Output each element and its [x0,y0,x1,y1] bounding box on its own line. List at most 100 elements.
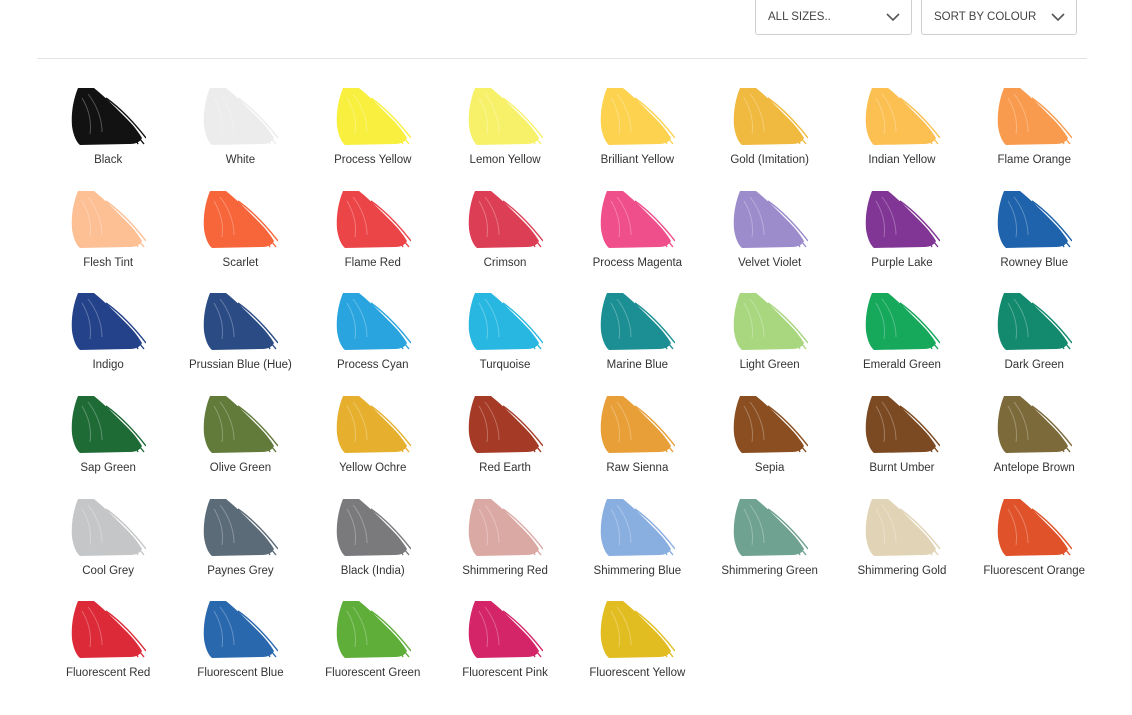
colour-swatch[interactable]: Sap Green [42,396,174,499]
swatch-label: Scarlet [222,256,259,269]
colour-swatch[interactable]: Indigo [42,293,174,396]
swatch-label: Gold (Imitation) [730,154,809,166]
colour-swatch[interactable]: Yellow Ochre [307,396,439,499]
colour-swatch[interactable]: Shimmering Green [703,498,835,602]
swatch-label: Purple Lake [871,256,933,269]
paint-stroke-image [468,88,544,145]
paint-stroke-image [336,396,411,454]
colour-swatch[interactable]: Fluorescent Green [307,601,439,704]
colour-swatch[interactable]: Emerald Green [836,293,968,396]
colour-swatch[interactable]: Olive Green [174,396,306,499]
swatch-label: White [225,154,256,166]
colour-swatch[interactable]: Burnt Umber [836,396,968,499]
swatch-label: Rowney Blue [1000,256,1069,269]
swatch-label: Black (India) [340,564,405,577]
swatch-label: Flame Red [344,256,401,269]
colour-swatch[interactable]: Lemon Yellow [439,88,571,191]
paint-stroke-image [336,293,411,351]
colour-swatch[interactable]: Red Earth [439,396,571,499]
paint-stroke-image [468,396,544,454]
swatch-label: Raw Sienna [606,462,669,475]
colour-swatch[interactable]: Black (India) [307,498,439,602]
colour-swatch[interactable]: Flesh Tint [42,190,174,294]
size-filter-dropdown[interactable]: ALL SIZES.. [755,0,912,35]
paint-stroke-image [601,498,676,556]
swatch-label: Black [94,154,123,166]
colour-swatch[interactable]: Flame Orange [968,88,1100,191]
colour-swatch-grid: Black White Process Yellow Lemon Yellow … [42,88,1100,704]
colour-swatch[interactable]: Fluorescent Yellow [571,601,703,704]
paint-stroke-image [601,396,676,454]
sort-dropdown[interactable]: SORT BY COLOUR [921,0,1077,35]
paint-stroke-image [733,190,808,248]
swatch-label: Light Green [739,359,800,372]
paint-stroke-image [865,293,940,351]
swatch-label: Sepia [754,462,785,475]
colour-swatch[interactable]: Shimmering Blue [571,498,703,602]
size-filter-label: ALL SIZES.. [768,11,831,23]
colour-swatch[interactable]: Indian Yellow [836,88,968,191]
colour-swatch[interactable]: Crimson [439,190,571,294]
swatch-label: Dark Green [1004,359,1064,372]
paint-stroke-image [71,190,147,248]
paint-stroke-image [336,190,411,248]
paint-stroke-image [204,88,279,145]
colour-swatch[interactable]: Marine Blue [571,293,703,396]
swatch-label: Shimmering Green [721,564,818,577]
swatch-label: Brilliant Yellow [600,154,675,166]
colour-swatch[interactable]: Turquoise [439,293,571,396]
colour-swatch[interactable]: Fluorescent Blue [174,601,306,704]
paint-stroke-image [997,88,1073,145]
paint-stroke-image [997,498,1073,556]
swatch-label: Cool Grey [82,564,135,577]
swatch-label: Crimson [483,256,527,269]
colour-swatch[interactable]: White [174,88,306,191]
paint-stroke-image [204,293,279,351]
colour-swatch[interactable]: Process Magenta [571,190,703,294]
swatch-label: Fluorescent Pink [462,667,548,680]
colour-swatch[interactable]: Cool Grey [42,498,174,602]
paint-stroke-image [204,601,279,659]
colour-swatch[interactable]: Antelope Brown [968,396,1100,499]
paint-stroke-image [865,498,940,556]
colour-swatch[interactable]: Sepia [703,396,835,499]
colour-swatch[interactable]: Gold (Imitation) [703,88,835,191]
colour-swatch[interactable]: Light Green [703,293,835,396]
paint-stroke-image [997,190,1073,248]
colour-swatch[interactable]: Shimmering Red [439,498,571,602]
paint-stroke-image [71,498,147,556]
colour-swatch[interactable]: Purple Lake [836,190,968,294]
colour-swatch[interactable]: Scarlet [174,190,306,294]
swatch-label: Fluorescent Blue [197,667,284,680]
colour-swatch[interactable]: Paynes Grey [174,498,306,602]
colour-swatch[interactable]: Process Cyan [307,293,439,396]
colour-swatch[interactable]: Black [42,88,174,191]
filter-bar: ALL SIZES.. SORT BY COLOUR [755,0,1077,35]
colour-swatch[interactable]: Fluorescent Pink [439,601,571,704]
colour-swatch[interactable]: Fluorescent Orange [968,498,1100,602]
swatch-label: Lemon Yellow [469,154,541,166]
swatch-label: Fluorescent Orange [983,564,1086,577]
paint-stroke-image [336,88,411,145]
colour-swatch[interactable]: Flame Red [307,190,439,294]
paint-stroke-image [733,396,808,454]
colour-swatch[interactable]: Raw Sienna [571,396,703,499]
paint-stroke-image [71,293,147,351]
colour-swatch[interactable]: Prussian Blue (Hue) [174,293,306,396]
swatch-label: Process Yellow [334,154,412,166]
paint-stroke-image [204,190,279,248]
swatch-label: Emerald Green [862,359,941,372]
paint-stroke-image [865,88,940,145]
colour-swatch[interactable]: Velvet Violet [703,190,835,294]
swatch-label: Flesh Tint [83,256,134,269]
colour-swatch[interactable]: Dark Green [968,293,1100,396]
colour-swatch[interactable]: Fluorescent Red [42,601,174,704]
paint-stroke-image [71,601,147,659]
colour-swatch[interactable]: Brilliant Yellow [571,88,703,191]
colour-swatch[interactable]: Rowney Blue [968,190,1100,294]
colour-swatch[interactable]: Process Yellow [307,88,439,191]
paint-stroke-image [733,498,808,556]
swatch-label: Antelope Brown [993,462,1075,475]
paint-stroke-image [71,396,147,454]
colour-swatch[interactable]: Shimmering Gold [836,498,968,602]
